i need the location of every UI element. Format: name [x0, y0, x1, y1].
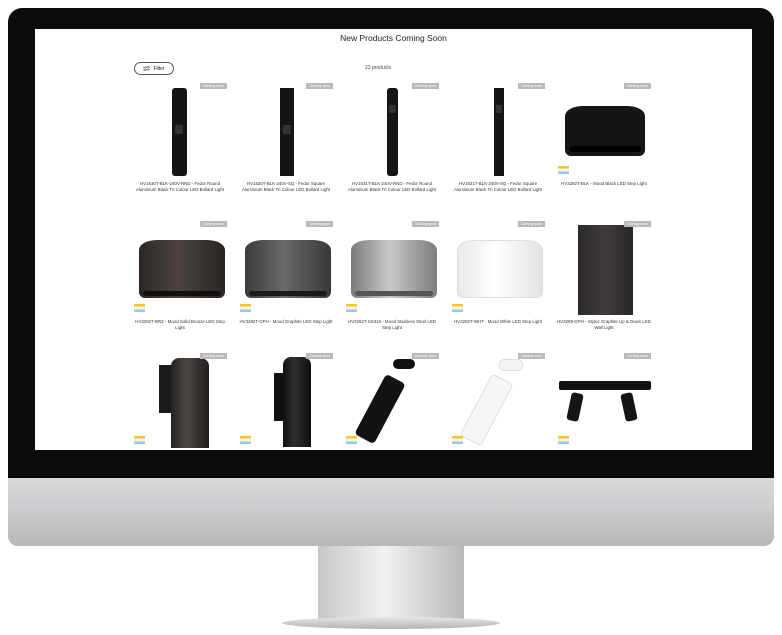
colour-temperature-icon: [452, 304, 463, 312]
product-image[interactable]: [555, 83, 653, 178]
sliders-icon: [143, 66, 151, 71]
coming-soon-badge: Coming soon: [517, 83, 545, 89]
monitor-screen: New Products Coming Soon Filter 23 produ…: [35, 29, 752, 450]
product-name[interactable]: HV1630T-BLK-240V-RND - Fedor Round Alumi…: [131, 181, 229, 193]
filter-button[interactable]: Filter: [134, 62, 174, 75]
product-name[interactable]: HV3282T-SS316 - Mood Stainless Steel LED…: [343, 319, 441, 331]
colour-temperature-icon: [346, 304, 357, 312]
product-image[interactable]: [449, 83, 547, 178]
coming-soon-badge: Coming soon: [199, 353, 227, 359]
coming-soon-badge: Coming soon: [623, 353, 651, 359]
colour-temperature-icon: [134, 436, 145, 444]
product-count: 23 products: [365, 65, 392, 71]
coming-soon-badge: Coming soon: [305, 353, 333, 359]
product-image[interactable]: [131, 83, 229, 178]
colour-temperature-icon: [558, 436, 569, 444]
coming-soon-badge: Coming soon: [199, 221, 227, 227]
product-image[interactable]: [343, 353, 441, 448]
product-image[interactable]: [555, 221, 653, 316]
product-image[interactable]: [237, 83, 335, 178]
product-name[interactable]: HV3282T-BLK - Mood Black LED Step Light: [555, 181, 653, 187]
product-name[interactable]: HV3282T-GPH - Mood Graphite LED Step Lig…: [237, 319, 335, 325]
coming-soon-badge: Coming soon: [623, 83, 651, 89]
colour-temperature-icon: [452, 436, 463, 444]
colour-temperature-icon: [558, 166, 569, 174]
filter-label: Filter: [153, 65, 165, 72]
product-name[interactable]: HV1631T-BLK-240V-SQ - Fedor Square Alumi…: [449, 181, 547, 193]
colour-temperature-icon: [346, 436, 357, 444]
page-title: New Products Coming Soon: [340, 33, 447, 43]
coming-soon-badge: Coming soon: [623, 221, 651, 227]
colour-temperature-icon: [240, 304, 251, 312]
product-image[interactable]: [237, 221, 335, 316]
monitor-chin: [8, 478, 774, 546]
coming-soon-badge: Coming soon: [411, 353, 439, 359]
product-name[interactable]: HV1630T-BLK-240V-SQ - Fedor Square Alumi…: [237, 181, 335, 193]
coming-soon-badge: Coming soon: [199, 83, 227, 89]
product-image[interactable]: [343, 83, 441, 178]
product-image[interactable]: [343, 221, 441, 316]
product-name[interactable]: HV1631T-BLK-240V-RND - Fedor Round Alumi…: [343, 181, 441, 193]
monitor-stand-neck: [318, 546, 464, 622]
colour-temperature-icon: [240, 436, 251, 444]
product-image[interactable]: [449, 221, 547, 316]
product-image[interactable]: [555, 353, 653, 448]
monitor-stand-foot: [282, 617, 500, 629]
product-image[interactable]: [131, 221, 229, 316]
product-name[interactable]: HV3289-GPH - Stylez Graphite Up & Down L…: [555, 319, 653, 331]
coming-soon-badge: Coming soon: [305, 83, 333, 89]
colour-temperature-icon: [134, 304, 145, 312]
product-image[interactable]: [237, 353, 335, 448]
product-image[interactable]: [131, 353, 229, 448]
product-name[interactable]: HV3282T-BRZ - Mood Solid Bronze LED Step…: [131, 319, 229, 331]
coming-soon-badge: Coming soon: [305, 221, 333, 227]
coming-soon-badge: Coming soon: [411, 221, 439, 227]
coming-soon-badge: Coming soon: [411, 83, 439, 89]
product-image[interactable]: [449, 353, 547, 448]
coming-soon-badge: Coming soon: [517, 353, 545, 359]
product-name[interactable]: HV3282T-WHT - Mood White LED Step Light: [449, 319, 547, 325]
coming-soon-badge: Coming soon: [517, 221, 545, 227]
